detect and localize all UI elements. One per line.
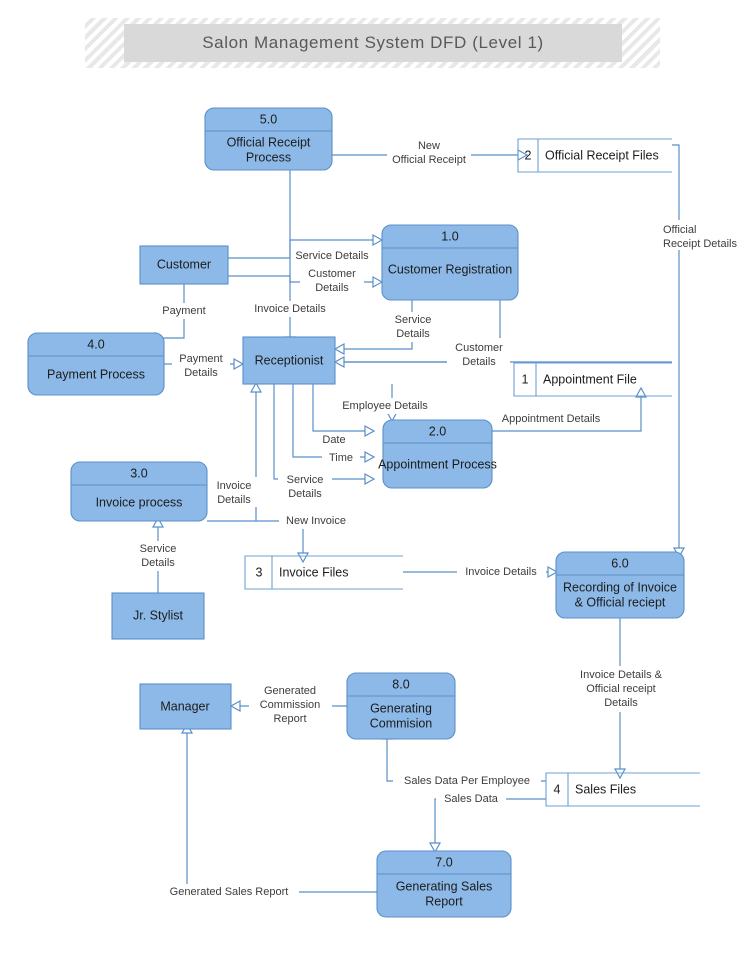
process-3-invoice-process[interactable]: 3.0 Invoice process — [70, 461, 208, 522]
flow-label-official-receipt-details-l2: Receipt Details — [663, 238, 737, 250]
process-number: 8.0 — [392, 677, 409, 691]
flow-label-invoice-details-process-l2: Details — [217, 494, 251, 506]
flow-label-sales-data-per-employee: Sales Data Per Employee — [404, 775, 530, 787]
process-number: 2.0 — [429, 424, 446, 438]
datastore-label: Sales Files — [575, 782, 636, 796]
process-label-line1: Appointment Process — [378, 457, 497, 471]
process-label-line1: Payment Process — [47, 367, 145, 381]
diagram-canvas: Salon Management System DFD (Level 1) 5.… — [0, 0, 750, 971]
flow-label-new-official-receipt-l2: Official Receipt — [392, 154, 466, 166]
flow-label-generated-sales-report: Generated Sales Report — [170, 886, 289, 898]
process-label-line2: Commision — [370, 716, 433, 730]
entity-manager[interactable]: Manager — [139, 683, 232, 730]
entity-jr-stylist[interactable]: Jr. Stylist — [111, 592, 205, 640]
datastore-number: 2 — [525, 148, 532, 162]
flow-label-appointment-details: Appointment Details — [502, 413, 601, 425]
datastore-number: 4 — [554, 782, 561, 796]
flow-label-invoice-and-receipt-details-l2: Official receipt — [586, 683, 656, 695]
flow-label-date: Date — [322, 434, 345, 446]
flow-label-new-invoice: New Invoice — [286, 515, 346, 527]
flow-label-payment: Payment — [162, 305, 205, 317]
flow-label-service-details-registration-l2: Details — [396, 328, 430, 340]
flow-label-payment-details-l2: Details — [184, 367, 218, 379]
process-7-generating-sales-report[interactable]: 7.0 Generating Sales Report — [376, 850, 512, 918]
process-label-line1: Generating — [370, 701, 432, 715]
datastore-3-invoice-files[interactable]: 3 Invoice Files — [244, 555, 403, 590]
flow-label-service-details-stylist-l1: Service — [140, 543, 177, 555]
flow-label-generated-commission-report-l2: Commission — [260, 699, 321, 711]
datastore-number: 3 — [256, 565, 263, 579]
datastore-label: Official Receipt Files — [545, 148, 659, 162]
process-number: 3.0 — [130, 466, 147, 480]
flow-label-payment-details-l1: Payment — [179, 353, 222, 365]
flow-label-invoice-and-receipt-details-l3: Details — [604, 697, 638, 709]
process-number: 7.0 — [435, 855, 452, 869]
process-2-appointment-process[interactable]: 2.0 Appointment Process — [378, 419, 497, 489]
process-6-recording-invoice-receipt[interactable]: 6.0 Recording of Invoice & Official reci… — [555, 551, 685, 619]
flow-label-invoice-details-receipt: Invoice Details — [254, 303, 326, 315]
flow-label-customer-details-customer-l1: Customer — [308, 268, 356, 280]
datastore-4-sales-files[interactable]: 4 Sales Files — [545, 772, 700, 807]
datastore-label: Appointment File — [543, 372, 637, 386]
dfd-svg: 5.0 Official Receipt Process 1.0 Custome… — [27, 107, 750, 918]
process-number: 1.0 — [441, 229, 458, 243]
flow-label-service-details-customer: Service Details — [295, 250, 369, 262]
flow-label-service-details-registration-l1: Service — [395, 314, 432, 326]
flow-official-receipt-details — [672, 144, 686, 559]
flow-generated-sales-report — [180, 722, 377, 893]
process-5-official-receipt-process[interactable]: 5.0 Official Receipt Process — [204, 107, 333, 171]
flow-label-invoice-and-receipt-details-l1: Invoice Details & — [580, 669, 663, 681]
flow-label-sales-data: Sales Data — [444, 793, 499, 805]
flow-label-service-details-appointment-l2: Details — [288, 488, 322, 500]
process-4-payment-process[interactable]: 4.0 Payment Process — [27, 332, 165, 396]
flow-label-customer-details-customer-l2: Details — [315, 282, 349, 294]
datastore-label: Invoice Files — [279, 565, 348, 579]
flow-label-time: Time — [329, 452, 353, 464]
flow-label-employee-details: Employee Details — [342, 400, 428, 412]
process-number: 4.0 — [87, 337, 104, 351]
process-label-line2: & Official reciept — [575, 595, 666, 609]
datastore-2-official-receipt-files[interactable]: 2 Official Receipt Files — [517, 138, 672, 173]
flow-label-customer-details-store-l1: Customer — [455, 342, 503, 354]
entity-receptionist[interactable]: Receptionist — [242, 336, 336, 385]
flow-label-invoice-details-store: Invoice Details — [465, 566, 537, 578]
process-label-line2: Process — [246, 150, 291, 164]
entity-label: Receptionist — [255, 353, 324, 367]
flow-label-invoice-details-process-l1: Invoice — [217, 480, 252, 492]
entity-label: Manager — [160, 699, 209, 713]
entity-label: Customer — [157, 257, 211, 271]
process-number: 5.0 — [260, 112, 277, 126]
entity-label: Jr. Stylist — [133, 608, 184, 622]
flow-label-customer-details-store-l2: Details — [462, 356, 496, 368]
process-label-line1: Customer Registration — [388, 262, 512, 276]
process-label-line2: Report — [425, 894, 463, 908]
flow-label-new-official-receipt-l1: New — [418, 140, 440, 152]
process-number: 6.0 — [611, 556, 628, 570]
process-label-line1: Invoice process — [96, 495, 183, 509]
flow-label-service-details-stylist-l2: Details — [141, 557, 175, 569]
process-1-customer-registration[interactable]: 1.0 Customer Registration — [381, 224, 519, 301]
process-label-line1: Generating Sales — [396, 879, 493, 893]
process-label-line1: Official Receipt — [227, 135, 311, 149]
process-label-line1: Recording of Invoice — [563, 580, 677, 594]
flow-label-official-receipt-details-l1: Official — [663, 224, 696, 236]
flow-label-generated-commission-report-l3: Report — [273, 713, 306, 725]
flow-label-service-details-appointment-l1: Service — [287, 474, 324, 486]
entity-customer[interactable]: Customer — [139, 245, 229, 285]
flow-label-generated-commission-report-l1: Generated — [264, 685, 316, 697]
datastore-1-appointment-file[interactable]: 1 Appointment File — [513, 362, 672, 397]
datastore-number: 1 — [522, 372, 529, 386]
process-8-generating-commision[interactable]: 8.0 Generating Commision — [346, 672, 456, 740]
